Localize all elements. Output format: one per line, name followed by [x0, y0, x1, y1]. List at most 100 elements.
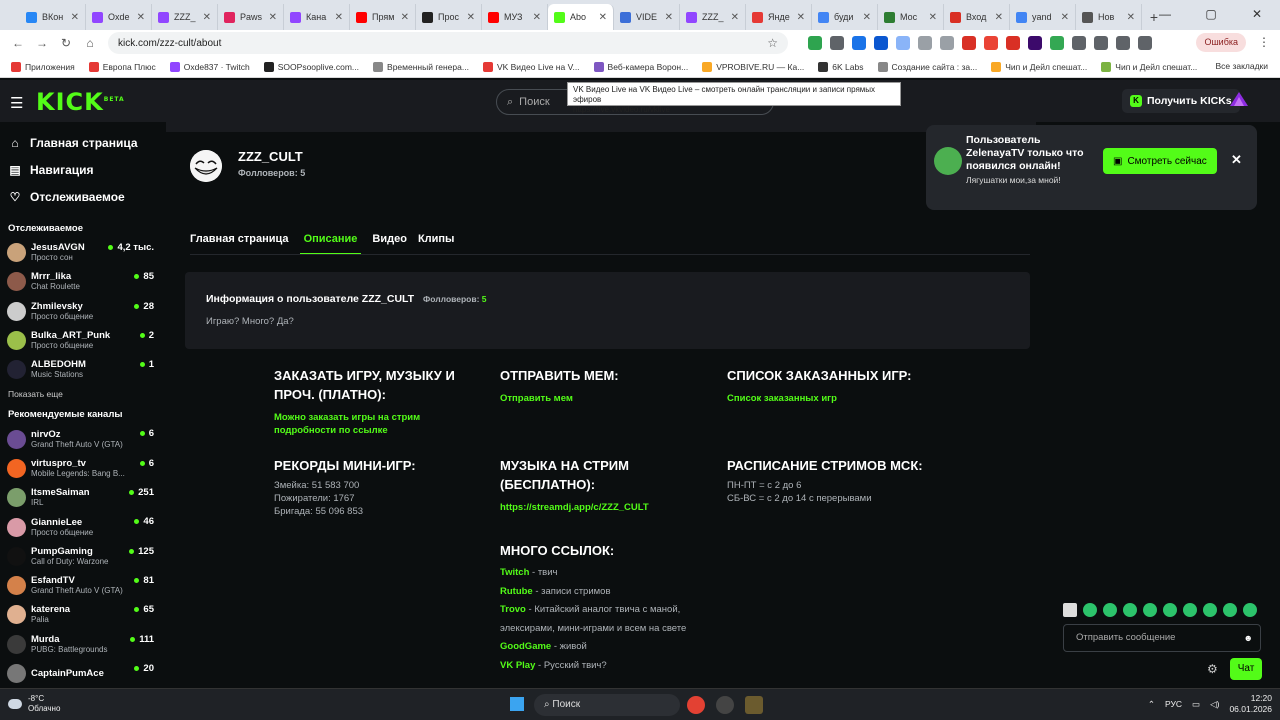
extension-icon[interactable] [962, 36, 976, 50]
language-indicator[interactable]: РУС [1165, 699, 1182, 709]
channel-avatar[interactable] [190, 150, 222, 182]
emote-icon[interactable] [1183, 603, 1197, 617]
obs-icon[interactable] [716, 696, 734, 714]
browser-tab[interactable]: Прям ✕ [350, 4, 416, 30]
user-avatar-icon[interactable] [1230, 92, 1248, 108]
menu-icon[interactable]: ⋮ [1258, 35, 1270, 49]
tab-close-icon[interactable]: ✕ [467, 12, 475, 23]
panel-link[interactable]: https://streamdj.app/c/ZZZ_CULT [500, 501, 710, 514]
bookmark-item[interactable]: Европа Плюс [82, 61, 163, 72]
link-name[interactable]: GoodGame [500, 641, 551, 652]
browser-tab[interactable]: Paws ✕ [218, 4, 284, 30]
extensions-puzzle-icon[interactable] [1072, 36, 1086, 50]
emote-icon[interactable] [1083, 603, 1097, 617]
close-icon[interactable]: ✕ [1231, 152, 1242, 168]
close-window-icon[interactable]: ✕ [1234, 0, 1280, 30]
browser-tab[interactable]: МУЗ ✕ [482, 4, 548, 30]
sidebar-channel[interactable]: virtuspro_tv Mobile Legends: Bang B... 6 [0, 454, 160, 483]
forward-icon[interactable]: → [30, 36, 54, 50]
bookmark-item[interactable]: Приложения [4, 61, 82, 72]
sidebar-channel[interactable]: Mrrr_lika Chat Roulette 85 [0, 267, 160, 296]
tab-close-icon[interactable]: ✕ [797, 12, 805, 23]
extension-icon[interactable] [940, 36, 954, 50]
back-icon[interactable]: ← [6, 36, 30, 50]
panel-link[interactable]: Список заказанных игр [727, 392, 947, 405]
sidebar-channel[interactable]: Murda PUBG: Battlegrounds 111 [0, 630, 160, 659]
minimize-icon[interactable]: — [1142, 0, 1188, 30]
tab-close-icon[interactable]: ✕ [203, 12, 211, 23]
link-name[interactable]: Trovo [500, 604, 526, 615]
emoji-icon[interactable]: ☻ [1244, 625, 1253, 651]
minecraft-icon[interactable] [745, 696, 763, 714]
channel-tab[interactable]: Главная страница [190, 233, 289, 255]
sidebar-channel[interactable]: Bulka_ART_Punk Просто общение 2 [0, 326, 160, 355]
extension-icon[interactable] [896, 36, 910, 50]
bookmark-item[interactable]: Чип и Дейл спешат... [1094, 61, 1204, 72]
home-icon[interactable]: ⌂ [78, 36, 102, 50]
sidebar-channel[interactable]: PumpGaming Call of Duty: Warzone 125 [0, 542, 160, 571]
bookmark-item[interactable]: Oxde837 · Twitch [163, 61, 257, 72]
tab-close-icon[interactable]: ✕ [1061, 12, 1069, 23]
browser-tab[interactable]: VIDE ✕ [614, 4, 680, 30]
reload-icon[interactable]: ↻ [54, 36, 78, 50]
weather-widget[interactable]: -8°C Облачно [8, 694, 60, 714]
watch-now-button[interactable]: ▣ Смотреть сейчас [1103, 148, 1217, 174]
maximize-icon[interactable]: ▢ [1188, 0, 1234, 30]
show-more-link[interactable]: Показать еще [0, 384, 160, 404]
tab-close-icon[interactable]: ✕ [665, 12, 673, 23]
emote-icon[interactable] [1103, 603, 1117, 617]
network-icon[interactable]: ▭ [1192, 699, 1200, 710]
browser-tab[interactable]: yand ✕ [1010, 4, 1076, 30]
volume-icon[interactable]: ◁) [1210, 699, 1219, 710]
tab-close-icon[interactable]: ✕ [995, 12, 1003, 23]
tab-close-icon[interactable]: ✕ [137, 12, 145, 23]
bookmark-item[interactable]: SOOPsooplive.com... [257, 61, 366, 72]
tab-search-icon[interactable] [1094, 36, 1108, 50]
extension-icon[interactable] [1050, 36, 1064, 50]
extension-icon[interactable] [830, 36, 844, 50]
browser-tab[interactable]: ВКон ✕ [20, 4, 86, 30]
emote-icon[interactable] [1223, 603, 1237, 617]
sidebar-nav-item[interactable]: ▤ Навигация [8, 156, 160, 183]
extension-icon[interactable] [808, 36, 822, 50]
sidebar-channel[interactable]: katerena Palia 65 [0, 600, 160, 629]
emote-icon[interactable] [1203, 603, 1217, 617]
link-name[interactable]: VK Play [500, 660, 535, 671]
gear-icon[interactable]: ⚙ [1207, 662, 1218, 676]
browser-tab[interactable]: буди ✕ [812, 4, 878, 30]
extension-icon[interactable] [984, 36, 998, 50]
windows-start-icon[interactable] [510, 697, 524, 711]
download-icon[interactable] [1116, 36, 1130, 50]
tab-close-icon[interactable]: ✕ [401, 12, 409, 23]
profile-error-button[interactable]: Ошибка [1196, 33, 1246, 52]
sidebar-channel[interactable]: ItsmeSaiman IRL 251 [0, 483, 160, 512]
channel-tab[interactable]: Клипы [418, 233, 455, 255]
taskbar-search[interactable]: ⌕ Поиск [534, 694, 680, 716]
channel-tab[interactable]: Описание [299, 233, 362, 255]
browser-tab[interactable]: ZZZ_ ✕ [680, 4, 746, 30]
tab-close-icon[interactable]: ✕ [1127, 12, 1135, 23]
link-name[interactable]: Rutube [500, 586, 533, 597]
chat-send-button[interactable]: Чат [1230, 658, 1262, 680]
panel-link[interactable]: Можно заказать игры на стрим подробности… [274, 411, 474, 437]
browser-tab[interactable]: ZZZ_ ✕ [152, 4, 218, 30]
url-bar[interactable]: kick.com/zzz-cult/about ☆ [108, 32, 788, 54]
browser-tab[interactable]: Вход ✕ [944, 4, 1010, 30]
browser-tab[interactable]: Нов ✕ [1076, 4, 1142, 30]
tray-chevron-icon[interactable]: ⌃ [1148, 699, 1155, 710]
emote-icon[interactable] [1123, 603, 1137, 617]
extension-icon[interactable] [1006, 36, 1020, 50]
sidebar-channel[interactable]: CaptainPumAce 20 [0, 659, 160, 688]
emote-icon[interactable] [1143, 603, 1157, 617]
bookmark-item[interactable]: VPROBIVE.RU — Ка... [695, 61, 811, 72]
link-name[interactable]: Twitch [500, 567, 529, 578]
bookmark-item[interactable]: Чип и Дейл спешат... [984, 61, 1094, 72]
browser-tab[interactable]: Oxde ✕ [86, 4, 152, 30]
bookmark-item[interactable]: 6K Labs [811, 61, 870, 72]
sidebar-channel[interactable]: ALBEDOHM Music Stations 1 [0, 355, 160, 384]
tab-close-icon[interactable]: ✕ [269, 12, 277, 23]
extension-icon[interactable] [874, 36, 888, 50]
tab-close-icon[interactable]: ✕ [731, 12, 739, 23]
browser-tab[interactable]: Прос ✕ [416, 4, 482, 30]
sidebar-channel[interactable]: EsfandTV Grand Theft Auto V (GTA) 81 [0, 571, 160, 600]
